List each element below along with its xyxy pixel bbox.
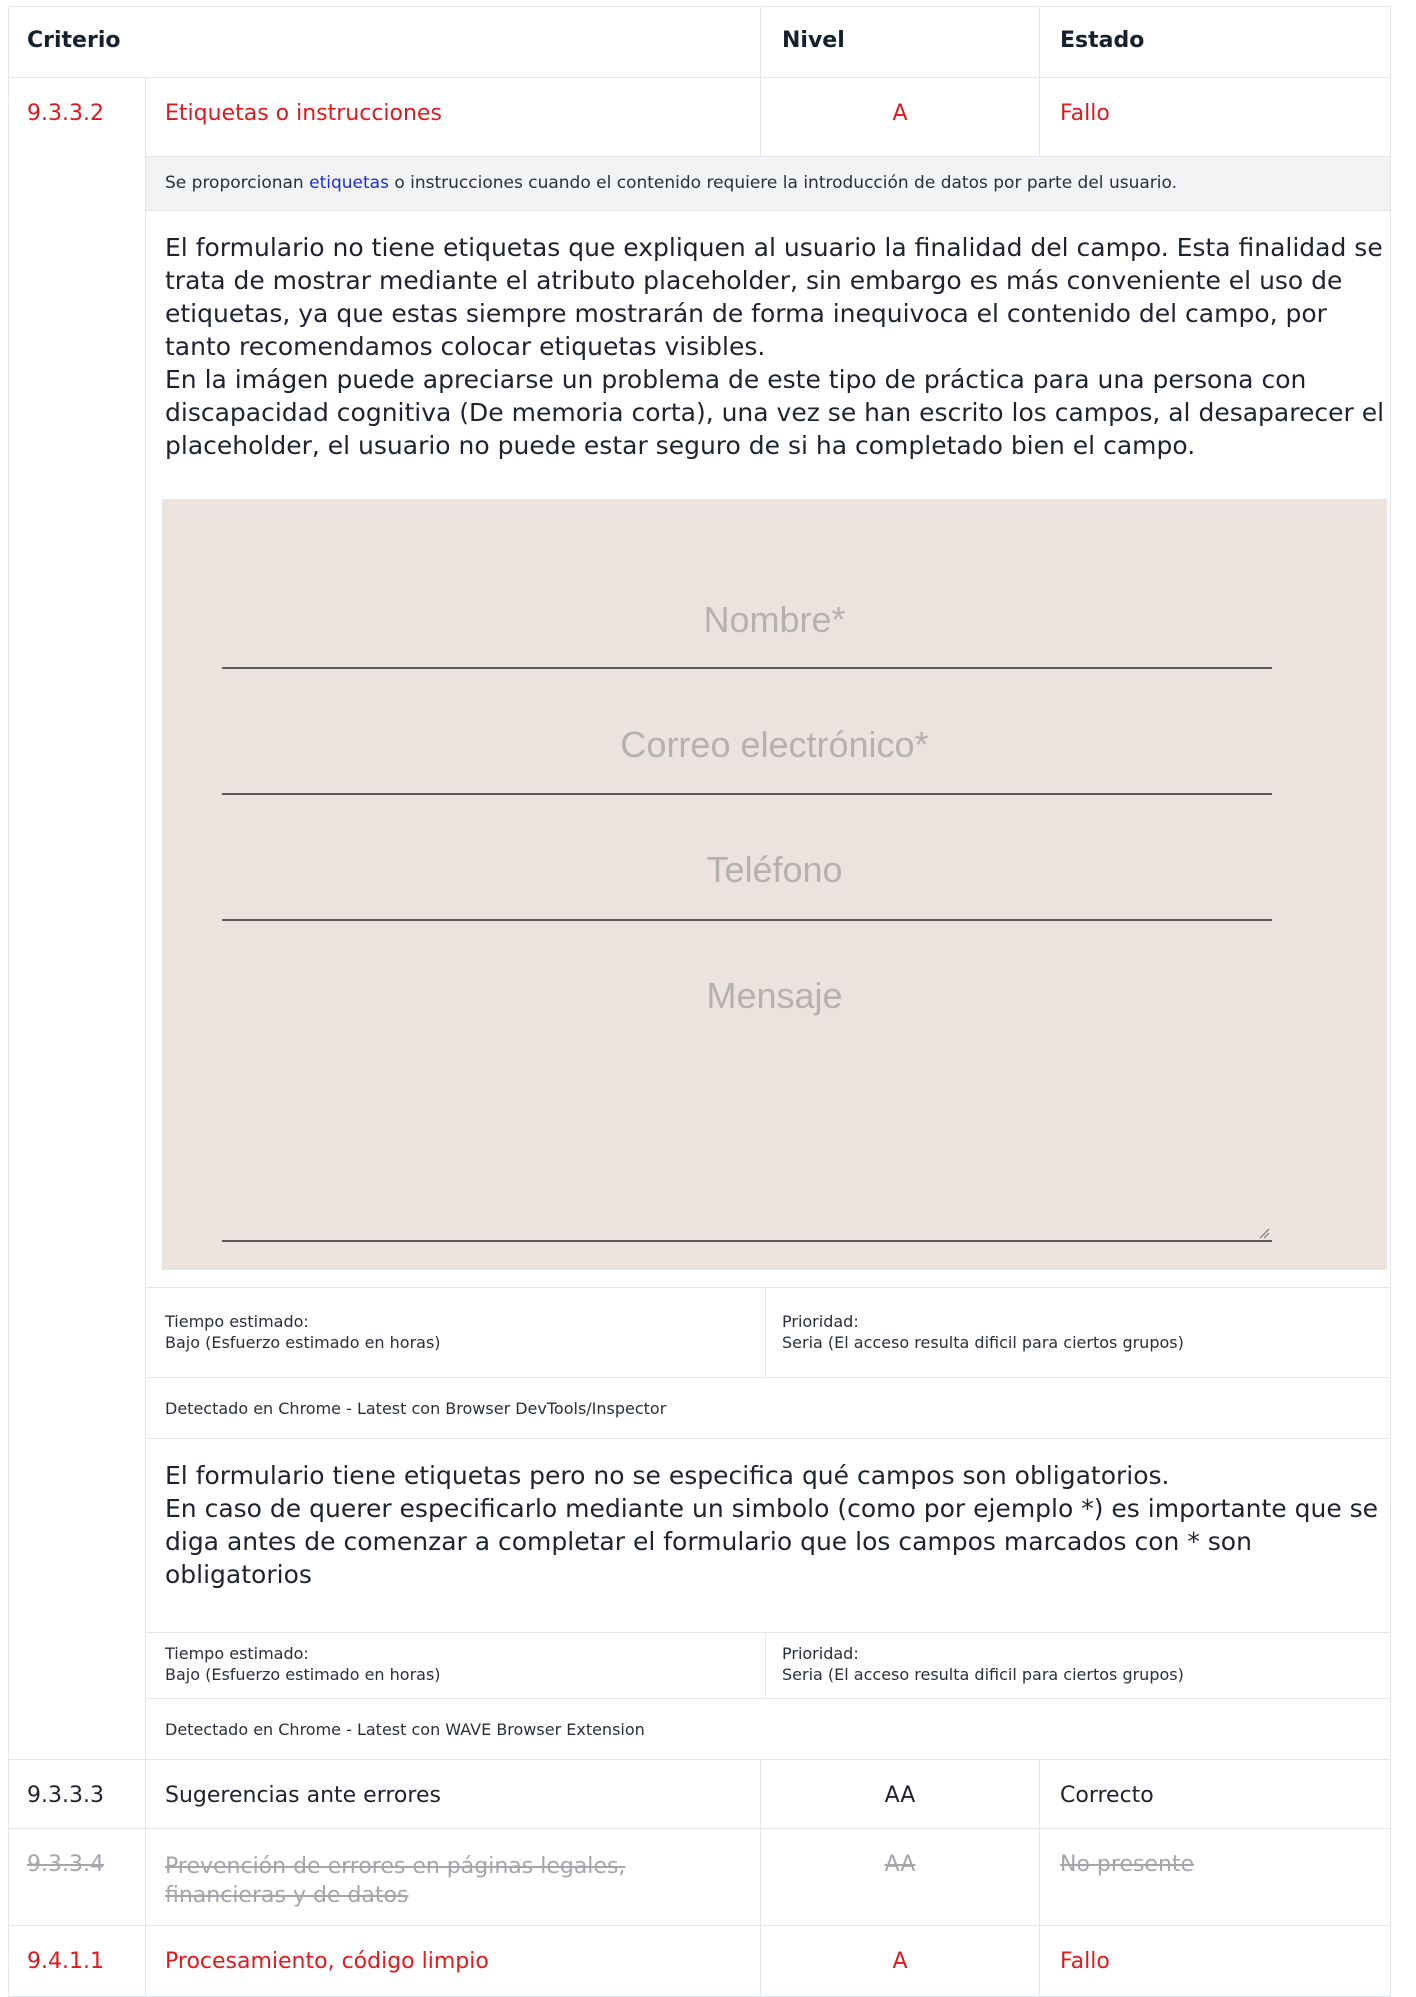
criterion-status: Fallo (1060, 1949, 1110, 1974)
column-divider (760, 6, 761, 157)
row-separator (145, 1698, 1391, 1699)
issue-paragraph: El formulario tiene etiquetas pero no se… (165, 1461, 1170, 1490)
column-divider (765, 1287, 766, 1377)
column-divider (1039, 6, 1040, 157)
criterion-id: 9.3.3.3 (27, 1783, 104, 1808)
issue-explanation: El formulario tiene etiquetas pero no se… (165, 1459, 1385, 1591)
criterion-level: AA (884, 1783, 916, 1808)
criterion-level: AA (884, 1852, 916, 1877)
column-header-nivel: Nivel (782, 28, 845, 53)
description-text: o instrucciones cuando el contenido requ… (388, 173, 1177, 193)
priority: Prioridad: Seria (El acceso resulta difi… (782, 1311, 1184, 1353)
issue-paragraph: El formulario no tiene etiquetas que exp… (165, 233, 1383, 361)
resize-handle-icon (1259, 1228, 1270, 1239)
etiquetas-link[interactable]: etiquetas (309, 173, 389, 193)
issue-explanation: El formulario no tiene etiquetas que exp… (165, 231, 1385, 462)
name-placeholder: Nombre* (703, 599, 846, 640)
header-separator (8, 77, 1391, 78)
estimated-time: Tiempo estimado: Bajo (Esfuerzo estimado… (165, 1311, 441, 1353)
criterion-id: 9.3.3.2 (27, 101, 104, 126)
estimated-time: Tiempo estimado: Bajo (Esfuerzo estimado… (165, 1643, 441, 1685)
estimated-time-label: Tiempo estimado: (165, 1312, 309, 1331)
criterion-level: A (892, 1949, 908, 1974)
priority-value: Seria (El acceso resulta dificil para ci… (782, 1665, 1184, 1684)
criterion-status: Fallo (1060, 101, 1110, 126)
row-separator (145, 1287, 1391, 1288)
row-separator (8, 1828, 1391, 1829)
detected-in: Detectado en Chrome - Latest con WAVE Br… (165, 1720, 645, 1739)
column-header-criterio: Criterio (27, 28, 121, 53)
criterion-name: Prevención de errores en páginas legales… (165, 1854, 626, 1908)
criterion-name: Etiquetas o instrucciones (165, 101, 442, 126)
priority-label: Prioridad: (782, 1312, 859, 1331)
message-field-underline (222, 1240, 1272, 1242)
row-separator (145, 156, 1391, 157)
row-separator (8, 1759, 1391, 1760)
description-text: Se proporcionan (165, 173, 310, 193)
criterion-description: Se proporcionan etiquetas o instruccione… (165, 173, 1177, 194)
row-separator (8, 1925, 1391, 1926)
estimated-time-value: Bajo (Esfuerzo estimado en horas) (165, 1665, 441, 1684)
issue-paragraph: En caso de querer especificarlo mediante… (165, 1494, 1379, 1589)
criterion-name: Procesamiento, código limpio (165, 1949, 489, 1974)
criterion-id: 9.3.3.4 (27, 1852, 104, 1877)
table-left-border (8, 6, 9, 1997)
email-field-underline (222, 793, 1272, 795)
column-divider (145, 77, 146, 1997)
criterion-level: A (892, 101, 908, 126)
estimated-time-label: Tiempo estimado: (165, 1644, 309, 1663)
form-screenshot: Nombre* Correo electrónico* Teléfono Men… (162, 499, 1387, 1270)
phone-placeholder: Teléfono (706, 849, 843, 890)
criterion-status: No presente (1060, 1852, 1195, 1877)
priority-label: Prioridad: (782, 1644, 859, 1663)
row-separator (145, 210, 1391, 211)
row-separator (145, 1377, 1391, 1378)
criterion-id: 9.4.1.1 (27, 1949, 104, 1974)
criterion-status: Correcto (1060, 1783, 1154, 1808)
column-divider (765, 1632, 766, 1698)
issue-paragraph: En la imágen puede apreciarse un problem… (165, 365, 1385, 460)
email-placeholder: Correo electrónico* (620, 724, 929, 765)
criterion-name: Sugerencias ante errores (165, 1783, 441, 1808)
message-placeholder: Mensaje (706, 975, 843, 1016)
name-field-underline (222, 667, 1272, 669)
detected-in: Detectado en Chrome - Latest con Browser… (165, 1399, 667, 1418)
priority: Prioridad: Seria (El acceso resulta difi… (782, 1643, 1184, 1685)
phone-field-underline (222, 919, 1272, 921)
estimated-time-value: Bajo (Esfuerzo estimado en horas) (165, 1333, 441, 1352)
row-separator (145, 1438, 1391, 1439)
column-header-estado: Estado (1060, 28, 1145, 53)
row-separator (145, 1632, 1391, 1633)
table-top-border (8, 6, 1391, 7)
priority-value: Seria (El acceso resulta dificil para ci… (782, 1333, 1184, 1352)
